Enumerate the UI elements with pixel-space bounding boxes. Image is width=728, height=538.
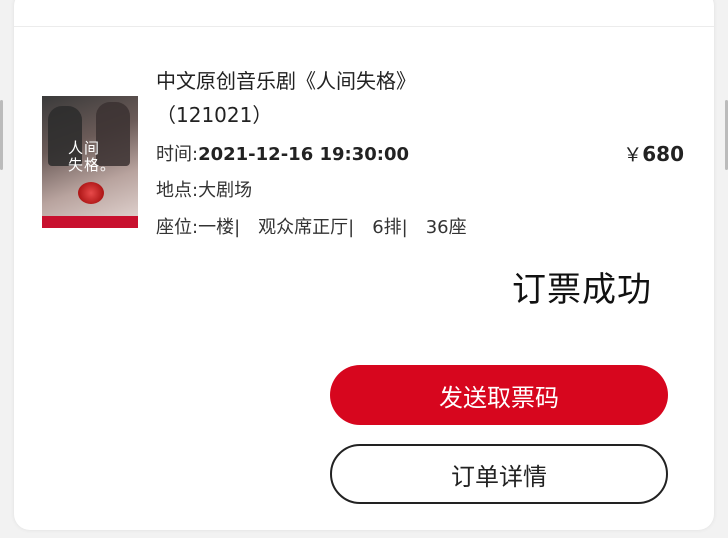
seat-row: 座位:一楼| 观众席正厅| 6排| 36座: [156, 213, 467, 239]
booking-status: 订票成功: [512, 270, 652, 310]
poster-heart-graphic: [78, 182, 104, 204]
card-divider: [14, 26, 714, 27]
show-title: 中文原创音乐剧《人间失格》 （121021）: [156, 64, 486, 132]
time-value: 2021-12-16 19:30:00: [198, 144, 410, 165]
time-label: 时间:: [156, 144, 199, 165]
seat-label: 座位:: [156, 217, 199, 238]
show-title-line2: （121021）: [156, 103, 273, 127]
seat-value: 一楼| 观众席正厅| 6排| 36座: [198, 217, 467, 238]
price-currency-symbol: ￥: [623, 144, 643, 166]
poster-title-text: 人间 失格。: [68, 139, 117, 174]
venue-label: 地点:: [156, 180, 199, 201]
left-edge-scroll-indicator: [0, 100, 3, 170]
show-poster-image[interactable]: 人间 失格。: [42, 96, 138, 228]
send-ticket-code-button[interactable]: 发送取票码: [330, 365, 668, 425]
venue-value: 大剧场: [198, 180, 253, 201]
poster-bottom-band: [42, 216, 138, 228]
show-time-row: 时间:2021-12-16 19:30:00: [156, 140, 409, 166]
show-title-line1: 中文原创音乐剧《人间失格》: [156, 69, 416, 93]
order-detail-button[interactable]: 订单详情: [330, 444, 668, 504]
ticket-price: ￥680: [623, 140, 684, 167]
venue-row: 地点:大剧场: [156, 176, 252, 202]
order-card: 人间 失格。 中文原创音乐剧《人间失格》 （121021） 时间:2021-12…: [14, 0, 714, 530]
price-value: 680: [642, 142, 684, 166]
